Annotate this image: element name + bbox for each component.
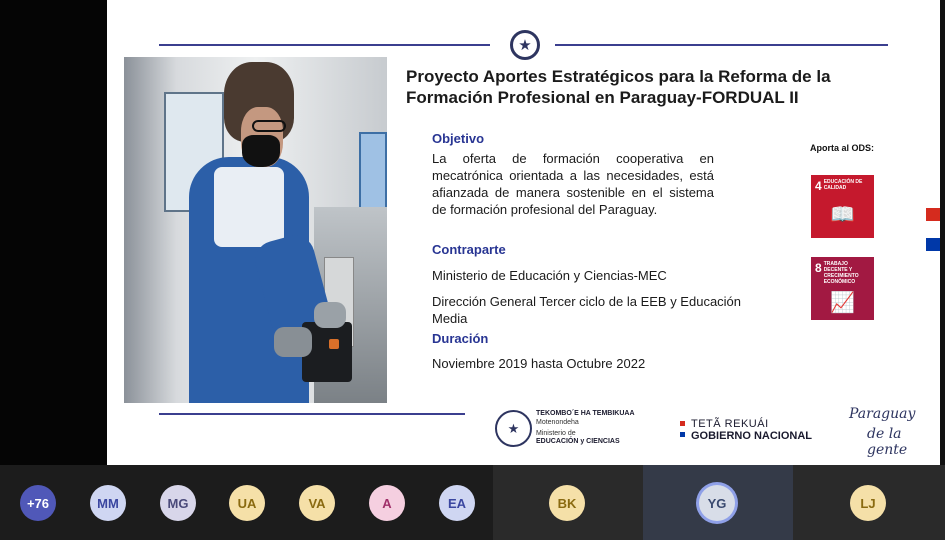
participant-avatar-lj[interactable]: LJ — [850, 485, 886, 521]
participant-avatar-mg[interactable]: MG — [160, 485, 196, 521]
right-black-bar — [940, 0, 945, 465]
participant-avatar-ea[interactable]: EA — [439, 485, 475, 521]
contraparte-item-2: Dirección General Tercer ciclo de la EEB… — [432, 294, 742, 326]
shared-slide: ★ Proyecto Aportes Estratégicos para la … — [107, 0, 940, 465]
participant-avatar-ua[interactable]: UA — [229, 485, 265, 521]
participant-avatar-yg[interactable]: YG — [699, 485, 735, 521]
tetã-rekuai-text: TETÃ REKUÁI — [691, 418, 769, 430]
objetivo-text: La oferta de formación cooperativa en me… — [432, 151, 714, 217]
growth-chart-icon: 📈 — [830, 292, 855, 314]
sdg4-number: 4 — [815, 179, 822, 193]
mec-line-3: Ministerio de — [536, 430, 576, 437]
participant-avatar-va[interactable]: VA — [299, 485, 335, 521]
slogan-line-1: Paraguay — [849, 406, 916, 422]
sdg8-label: TRABAJO DECENTE Y CRECIMIENTO ECONÓMICO — [823, 261, 859, 285]
contraparte-heading: Contraparte — [432, 242, 506, 257]
national-seal-icon: ★ — [510, 30, 540, 60]
participant-avatar-bk[interactable]: BK — [549, 485, 585, 521]
participant-avatar-mm[interactable]: MM — [90, 485, 126, 521]
header-rule-right — [555, 44, 888, 46]
red-square-icon — [680, 421, 685, 426]
header-rule-left — [159, 44, 490, 46]
contraparte-item-1: Ministerio de Educación y Ciencias-MEC — [432, 268, 667, 283]
flag-blue-stripe — [926, 238, 940, 251]
book-icon: 📖 — [830, 204, 855, 226]
flag-red-stripe — [926, 208, 940, 221]
footer-rule — [159, 413, 465, 415]
more-participants-button[interactable]: +76 — [20, 485, 56, 521]
sdg4-label: EDUCACIÓN DE CALIDAD — [823, 179, 863, 191]
worker-photo — [124, 57, 387, 403]
left-black-bar — [0, 0, 107, 465]
mec-line-1: TEKOMBO´E HA TEMBIKUAA — [536, 410, 635, 417]
sdg8-number: 8 — [815, 261, 822, 275]
mec-line-4: EDUCACIÓN y CIENCIAS — [536, 438, 620, 445]
objetivo-heading: Objetivo — [432, 131, 485, 146]
duracion-text: Noviembre 2019 hasta Octubre 2022 — [432, 356, 646, 371]
duracion-heading: Duración — [432, 331, 489, 346]
participant-avatar-a[interactable]: A — [369, 485, 405, 521]
slide-title: Proyecto Aportes Estratégicos para la Re… — [406, 67, 831, 107]
mec-line-2: Motenondeha — [536, 419, 579, 426]
mec-seal-icon: ★ — [495, 410, 532, 447]
sdg8-badge: 8 TRABAJO DECENTE Y CRECIMIENTO ECONÓMICO… — [811, 257, 874, 320]
sdg4-badge: 4 EDUCACIÓN DE CALIDAD 📖 — [811, 175, 874, 238]
ods-label: Aporta al ODS: — [810, 143, 875, 153]
slogan-line-2: de la gente — [867, 426, 908, 458]
blue-square-icon — [680, 432, 685, 437]
gobierno-nacional-text: GOBIERNO NACIONAL — [691, 430, 812, 442]
